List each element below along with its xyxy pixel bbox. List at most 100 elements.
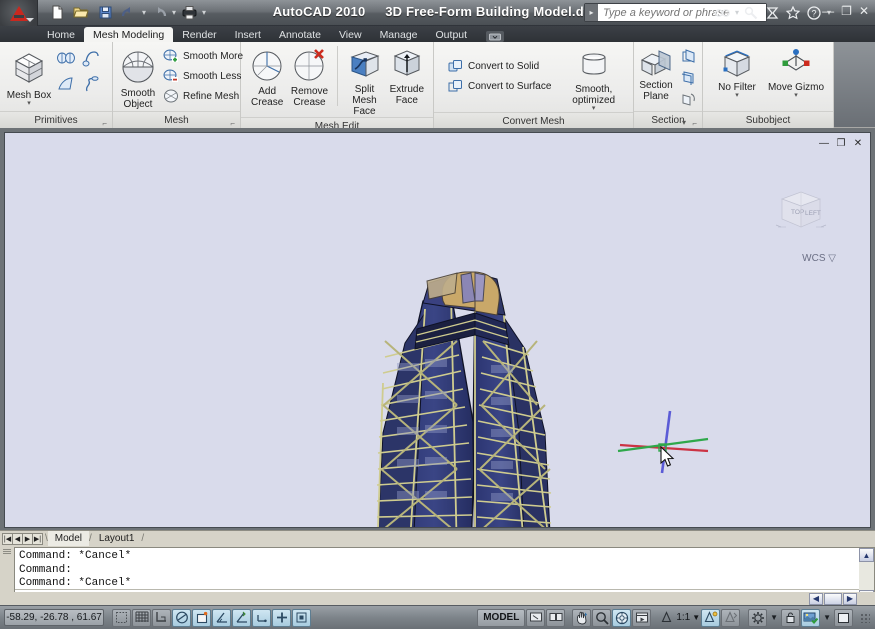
annotation-visibility-icon[interactable] — [701, 609, 720, 627]
favorites-star-icon[interactable] — [785, 4, 802, 21]
convert-to-surface-button[interactable]: Convert to Surface — [444, 76, 554, 96]
polar-tracking-toggle[interactable] — [192, 609, 211, 627]
hardware-chevron-down-icon[interactable]: ▼ — [823, 613, 831, 622]
ucs-dropdown[interactable]: WCS ▽ — [802, 253, 836, 264]
mesh-loft-icon[interactable] — [80, 72, 104, 96]
ucs-chevron-down-icon[interactable]: ▽ — [828, 253, 836, 264]
add-crease-label2: Crease — [251, 97, 283, 108]
view-cube[interactable]: TOP LEFT — [770, 181, 832, 241]
save-file-icon[interactable] — [94, 3, 116, 23]
smooth-object-button[interactable]: Smooth Object — [119, 46, 157, 110]
hardware-acceleration-icon[interactable] — [801, 609, 820, 627]
move-gizmo-dropdown-icon[interactable]: ▾ — [794, 93, 798, 99]
search-expand-icon[interactable]: ▸ — [585, 4, 598, 21]
dynamic-input-toggle[interactable] — [272, 609, 291, 627]
annotation-scale-control[interactable]: 1:1 ▼ — [659, 611, 700, 624]
plot-icon[interactable] — [178, 3, 200, 23]
clean-screen-icon[interactable] — [834, 609, 853, 627]
zoom-icon[interactable] — [592, 609, 611, 627]
refine-mesh-button[interactable]: Refine Mesh — [159, 86, 246, 106]
model-space-button[interactable]: MODEL — [477, 609, 525, 627]
remove-crease-button[interactable]: Remove Crease — [289, 46, 329, 108]
close-button[interactable]: ✕ — [859, 5, 869, 17]
snap-mode-toggle[interactable] — [132, 609, 151, 627]
showmotion-icon[interactable] — [632, 609, 651, 627]
convert-to-solid-button[interactable]: Convert to Solid — [444, 56, 554, 76]
communication-center-icon[interactable] — [743, 4, 760, 21]
coordinates-display[interactable]: -58.29, -26.78 , 61.67 — [4, 609, 104, 626]
viewport-restore-button[interactable]: ❐ — [835, 137, 847, 149]
toolbar-lock-icon[interactable] — [781, 609, 800, 627]
steering-wheel-icon[interactable] — [612, 609, 631, 627]
section-settings-icon[interactable] — [676, 67, 700, 88]
redo-dropdown-icon[interactable]: ▾ — [172, 8, 176, 17]
ribbon-minimize-icon[interactable] — [486, 31, 504, 42]
redo-icon[interactable] — [148, 3, 170, 23]
viewport-close-button[interactable]: ✕ — [852, 137, 864, 149]
scroll-left-icon[interactable]: ◀ — [809, 593, 823, 605]
grid-display-toggle[interactable] — [152, 609, 171, 627]
mesh-box-button[interactable]: Mesh Box ▾ — [6, 46, 52, 107]
object-snap-toggle[interactable] — [212, 609, 231, 627]
layout-tab-layout1[interactable]: Layout1 — [92, 531, 142, 546]
open-file-icon[interactable] — [70, 3, 92, 23]
workspace-chevron-down-icon[interactable]: ▼ — [770, 613, 778, 622]
split-mesh-face-button[interactable]: Split Mesh Face — [344, 46, 384, 117]
annotation-scale-chevron-down-icon[interactable]: ▼ — [692, 613, 700, 622]
mesh-extrude-icon[interactable] — [54, 72, 78, 96]
status-bar-grip-icon[interactable] — [860, 613, 870, 623]
application-menu-button[interactable] — [0, 0, 38, 26]
help-icon[interactable]: ? — [806, 4, 823, 21]
scroll-right-icon[interactable]: ▶ — [843, 593, 857, 605]
mesh-box-dropdown-icon[interactable]: ▾ — [27, 101, 31, 107]
search-dropdown-icon[interactable]: ▾ — [735, 8, 739, 17]
section-plane-button[interactable]: Section Plane — [636, 46, 676, 102]
smooth-optimized-button[interactable]: Smooth, optimized ▾ — [560, 46, 627, 112]
add-crease-button[interactable]: Add Crease — [247, 46, 287, 108]
tab-mesh-modeling[interactable]: Mesh Modeling — [84, 27, 173, 42]
maximize-button[interactable]: ❐ — [841, 5, 852, 17]
undo-icon[interactable] — [118, 3, 140, 23]
tab-output[interactable]: Output — [427, 27, 477, 42]
tab-manage[interactable]: Manage — [371, 27, 427, 42]
workspace-switching-icon[interactable] — [748, 609, 767, 627]
scroll-thumb[interactable] — [824, 593, 842, 605]
scroll-up-icon[interactable]: ▲ — [859, 548, 874, 562]
undo-dropdown-icon[interactable]: ▾ — [142, 8, 146, 17]
quick-view-layouts-icon[interactable] — [526, 609, 545, 627]
live-section-icon[interactable] — [676, 46, 700, 67]
allow-ucs-toggle[interactable] — [252, 609, 271, 627]
tab-annotate[interactable]: Annotate — [270, 27, 330, 42]
command-horizontal-scrollbar[interactable]: ◀ ▶ — [14, 592, 875, 605]
no-filter-button[interactable]: No Filter ▾ — [709, 46, 765, 99]
nav-last-button[interactable]: ▶| — [32, 533, 43, 545]
infer-constraints-toggle[interactable] — [112, 609, 131, 627]
tab-render[interactable]: Render — [173, 27, 225, 42]
tab-home[interactable]: Home — [38, 27, 84, 42]
mesh-revolve-icon[interactable] — [54, 46, 78, 70]
qat-customize-icon[interactable]: ▾ — [202, 8, 206, 17]
layout-tab-model[interactable]: Model — [48, 531, 89, 546]
minimize-button[interactable]: — — [822, 5, 834, 17]
drawing-canvas[interactable]: — ❐ ✕ TOP LEFT WCS ▽ — [4, 132, 871, 528]
lineweight-toggle[interactable] — [292, 609, 311, 627]
tab-insert[interactable]: Insert — [226, 27, 270, 42]
subscription-center-icon[interactable] — [764, 4, 781, 21]
extrude-face-button[interactable]: Extrude Face — [387, 46, 427, 106]
command-window-grip[interactable] — [0, 546, 14, 605]
search-icon[interactable] — [714, 4, 731, 21]
tab-view[interactable]: View — [330, 27, 371, 42]
quick-view-drawings-icon[interactable] — [546, 609, 565, 627]
smooth-more-button[interactable]: Smooth More — [159, 46, 246, 66]
viewport-minimize-button[interactable]: — — [818, 137, 830, 149]
object-snap-tracking-toggle[interactable] — [232, 609, 251, 627]
mesh-sweep-icon[interactable] — [80, 46, 104, 70]
smooth-less-button[interactable]: Smooth Less — [159, 66, 246, 86]
annotation-autoscale-icon[interactable] — [721, 609, 740, 627]
new-file-icon[interactable] — [46, 3, 68, 23]
ortho-mode-toggle[interactable] — [172, 609, 191, 627]
move-gizmo-button[interactable]: Move Gizmo ▾ — [765, 46, 827, 99]
generate-section-icon[interactable] — [676, 88, 700, 109]
no-filter-dropdown-icon[interactable]: ▾ — [735, 93, 739, 99]
pan-icon[interactable] — [572, 609, 591, 627]
